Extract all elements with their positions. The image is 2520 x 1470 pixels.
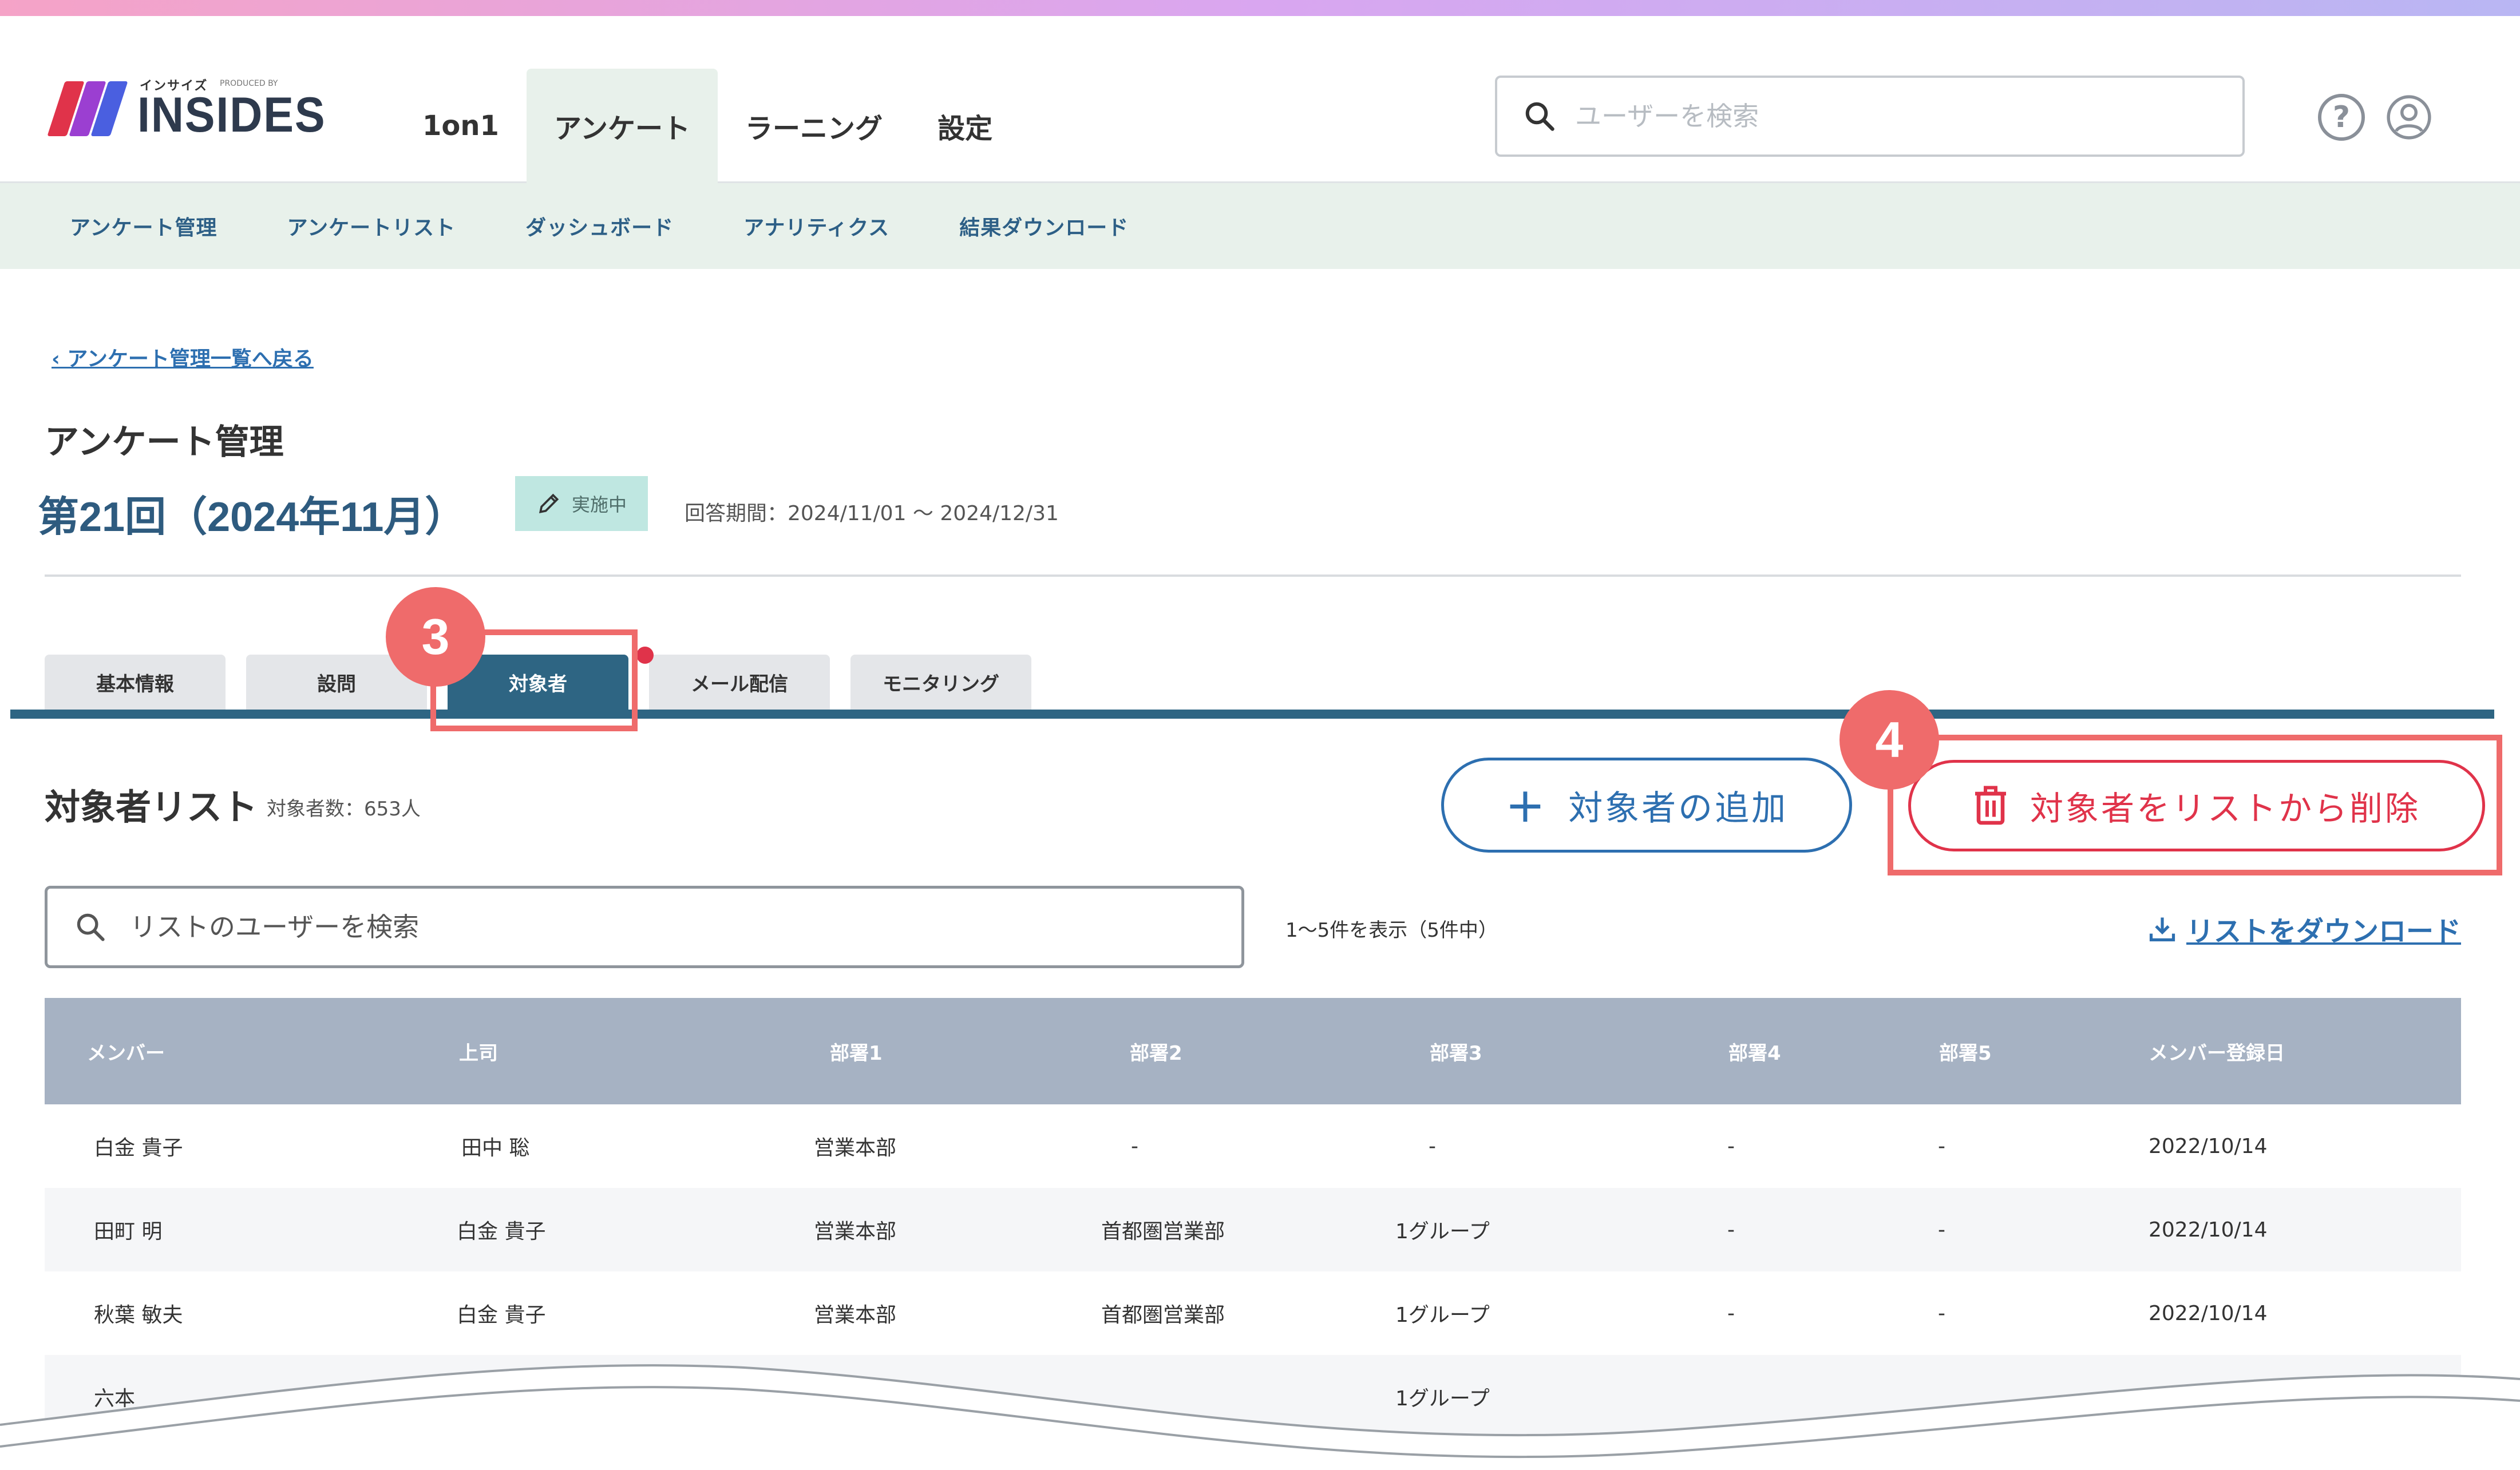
tab-mail-delivery[interactable]: メール配信 <box>649 655 830 710</box>
subnav-analytics[interactable]: アナリティクス <box>743 211 889 241</box>
list-search-box <box>45 886 1244 968</box>
cell-dept4: - <box>1727 1134 1735 1158</box>
page-title: アンケート管理 <box>45 422 284 462</box>
user-search-input[interactable] <box>1575 101 2205 132</box>
cell-registered-date: 2022/10/14 <box>2149 1301 2268 1325</box>
cell-dept5: - <box>1938 1301 1945 1325</box>
cell-member: 白金 貴子 <box>94 1136 183 1160</box>
tab-basic-info[interactable]: 基本情報 <box>45 655 226 710</box>
download-list-label: リストをダウンロード <box>2186 916 2462 948</box>
target-list-title: 対象者リスト <box>45 786 258 828</box>
cell-dept2: - <box>1131 1134 1138 1158</box>
table-row[interactable]: 田町 明 白金 貴子 営業本部 首都圏営業部 1グループ - - 2022/10… <box>45 1188 2461 1271</box>
table-header: メンバー 上司 部署1 部署2 部署3 部署4 部署5 メンバー登録日 <box>45 998 2461 1104</box>
subnav-survey-list[interactable]: アンケートリスト <box>287 211 456 241</box>
divider <box>45 574 2461 577</box>
cell-member: 田町 明 <box>94 1220 163 1243</box>
col-manager[interactable]: 上司 <box>459 998 498 1104</box>
search-icon <box>77 913 105 941</box>
survey-title: 第21回（2024年11月） <box>38 494 466 540</box>
table-row[interactable]: 秋葉 敏夫 白金 貴子 営業本部 首都圏営業部 1グループ - - 2022/1… <box>45 1271 2461 1355</box>
cell-member: 秋葉 敏夫 <box>94 1303 183 1327</box>
cell-manager: 田中 聡 <box>461 1136 530 1160</box>
insides-logo-mark-icon <box>47 81 128 136</box>
logo-produced-by: PRODUCED BY <box>220 79 278 88</box>
cell-manager: 白金 貴子 <box>457 1303 546 1327</box>
col-dept4[interactable]: 部署4 <box>1728 998 1781 1104</box>
nav-tab-learning[interactable]: ラーニング <box>718 69 910 183</box>
user-account-icon[interactable] <box>2386 94 2432 141</box>
cell-dept3: 1グループ <box>1395 1220 1490 1243</box>
status-text: 実施中 <box>571 494 627 516</box>
cell-dept5: - <box>1938 1134 1945 1158</box>
list-search-input[interactable] <box>130 912 1217 942</box>
annotation-step4-badge: 4 <box>1839 690 1939 790</box>
insides-logo[interactable]: インサイズ PRODUCED BY INSIDES <box>47 64 334 150</box>
cell-dept2: 首都圏営業部 <box>1101 1220 1225 1243</box>
annotation-step3-badge: 3 <box>386 587 485 687</box>
download-icon <box>2149 917 2175 942</box>
col-dept2[interactable]: 部署2 <box>1130 998 1182 1104</box>
notification-dot <box>636 647 654 664</box>
table-row[interactable]: 白金 貴子 田中 聡 営業本部 - - - - 2022/10/14 <box>45 1104 2461 1188</box>
col-member[interactable]: メンバー <box>87 998 165 1104</box>
download-list-link[interactable]: リストをダウンロード <box>2147 909 2461 949</box>
col-dept3[interactable]: 部署3 <box>1430 998 1482 1104</box>
col-dept1[interactable]: 部署1 <box>830 998 883 1104</box>
target-count: 対象者数：653人 <box>267 798 421 821</box>
nav-tab-1on1[interactable]: 1on1 <box>395 69 527 183</box>
search-icon <box>1525 102 1554 131</box>
tab-underline <box>10 710 2494 719</box>
cell-dept3: - <box>1429 1134 1436 1158</box>
cell-dept4: - <box>1727 1218 1735 1242</box>
subnav-result-download[interactable]: 結果ダウンロード <box>959 211 1129 241</box>
add-target-label: 対象者の追加 <box>1568 788 1789 829</box>
cell-dept2: 首都圏営業部 <box>1101 1303 1225 1327</box>
cell-dept3: 1グループ <box>1395 1303 1490 1327</box>
cell-dept1: 営業本部 <box>814 1136 897 1160</box>
nav-tab-survey[interactable]: アンケート <box>526 69 718 183</box>
logo-text: INSIDES <box>137 88 326 142</box>
app-header: インサイズ PRODUCED BY INSIDES 1on1 アンケート ラーニ… <box>0 16 2520 183</box>
pencil-icon <box>539 493 559 514</box>
plus-icon: + <box>1505 777 1548 833</box>
tab-monitoring[interactable]: モニタリング <box>850 655 1031 710</box>
col-registered-date[interactable]: メンバー登録日 <box>2149 998 2285 1104</box>
main-nav: 1on1 アンケート ラーニング 設定 <box>395 69 1020 183</box>
col-dept5[interactable]: 部署5 <box>1939 998 1992 1104</box>
cell-registered-date: 2022/10/14 <box>2149 1218 2268 1242</box>
annotation-highlight-step4 <box>1888 735 2502 875</box>
cell-dept4: - <box>1727 1301 1735 1325</box>
add-target-button[interactable]: + 対象者の追加 <box>1441 758 1852 853</box>
cell-manager: 白金 貴子 <box>457 1220 546 1243</box>
cell-dept1: 営業本部 <box>814 1220 897 1243</box>
subnav-dashboard[interactable]: ダッシュボード <box>525 211 674 241</box>
response-period: 回答期間：2024/11/01 〜 2024/12/31 <box>685 502 1059 525</box>
torn-edge-decoration <box>0 1364 2520 1470</box>
pagination-info: 1〜5件を表示（5件中） <box>1285 919 1498 942</box>
cell-dept1: 営業本部 <box>814 1303 897 1327</box>
cell-registered-date: 2022/10/14 <box>2149 1134 2268 1158</box>
top-gradient-bar <box>0 0 2520 16</box>
subnav-survey-management[interactable]: アンケート管理 <box>70 211 217 241</box>
status-badge: 実施中 <box>515 476 648 531</box>
nav-tab-settings[interactable]: 設定 <box>910 69 1020 183</box>
user-search-box <box>1495 76 2245 157</box>
back-to-survey-list-link[interactable]: ‹ アンケート管理一覧へ戻る <box>52 342 314 372</box>
cell-dept5: - <box>1938 1218 1945 1242</box>
help-icon[interactable]: ? <box>2318 94 2365 141</box>
sub-nav: アンケート管理 アンケートリスト ダッシュボード アナリティクス 結果ダウンロー… <box>0 183 2520 269</box>
